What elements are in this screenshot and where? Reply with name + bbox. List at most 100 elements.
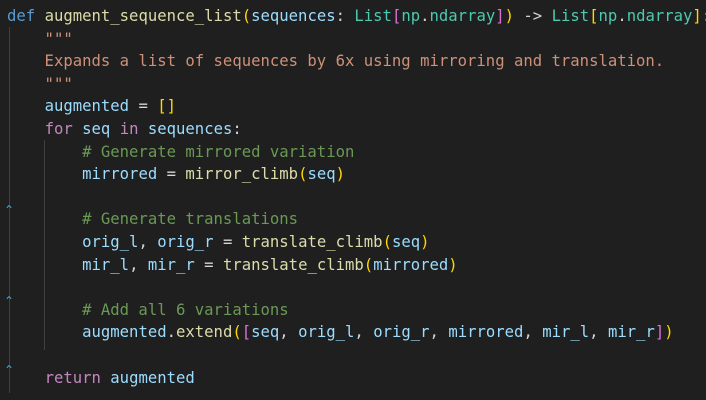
code-editor[interactable]: ⌃ ⌃ ⌃ def augment_sequence_list(sequence… (0, 0, 706, 400)
code-token: orig_r (157, 233, 214, 251)
code-token: ) (335, 165, 346, 184)
code-token: augmented (110, 368, 195, 387)
code-token: """ (7, 74, 73, 93)
code-token: : (232, 120, 242, 138)
code-token: seq (307, 165, 336, 184)
code-token: mir_r (147, 255, 195, 274)
code-token: ) (504, 7, 515, 25)
code-token: for (44, 120, 73, 138)
code-token: List (551, 7, 590, 25)
code-token: seq (82, 120, 111, 138)
code-token: mir_l (82, 255, 130, 274)
code-token: # Add all 6 variations (7, 300, 289, 319)
code-token: ] (654, 323, 665, 342)
code-token: ( (241, 7, 252, 25)
code-token: ndarray (429, 7, 496, 25)
code-token: [ (589, 7, 599, 25)
code-token: = (213, 233, 242, 251)
code-line[interactable]: orig_l, orig_r = translate_climb(seq) (7, 231, 430, 254)
code-token: . (617, 7, 627, 25)
code-token: ( (363, 255, 374, 274)
code-token: translate_climb (222, 255, 364, 274)
code-token: Expands a list of sequences by 6x using … (7, 52, 665, 71)
code-token: -> (514, 7, 552, 25)
code-token: = (194, 255, 223, 274)
code-line[interactable]: # Generate translations (7, 208, 298, 231)
code-line[interactable]: Expands a list of sequences by 6x using … (7, 50, 665, 73)
code-token: , (279, 323, 299, 342)
code-token: orig_r (373, 323, 430, 342)
code-token: mir_r (607, 323, 655, 342)
code-token: , (138, 233, 158, 251)
code-token: , (589, 323, 608, 342)
code-token: ) (448, 255, 458, 274)
code-token: np (598, 7, 618, 25)
code-token: augmented (44, 97, 130, 116)
code-line[interactable]: """ (7, 73, 73, 96)
code-token: mir_l (542, 323, 590, 342)
code-token: ] (495, 7, 505, 25)
code-token: List (354, 7, 392, 25)
code-token: mirrored (82, 165, 158, 184)
code-line[interactable]: mirrored = mirror_climb(seq) (7, 163, 345, 186)
code-line[interactable]: augmented.extend([seq, orig_l, orig_r, m… (7, 321, 674, 344)
code-token: ) (420, 233, 430, 251)
code-token: np (401, 7, 421, 25)
code-token: mirrored (373, 255, 449, 274)
code-token: sequences (147, 120, 233, 138)
code-token: ] (692, 7, 702, 25)
code-token: # Generate mirrored variation (7, 142, 355, 161)
code-token: translate_climb (241, 233, 383, 251)
code-token: : (335, 7, 355, 25)
code-token: mirror_climb (185, 165, 299, 184)
code-token: ( (382, 233, 392, 251)
code-token: orig_l (298, 323, 355, 342)
code-token: [] (157, 97, 177, 116)
code-token: mirrored (448, 323, 524, 342)
code-token: return (44, 368, 101, 387)
code-token: augmented (82, 323, 167, 342)
code-token: augment_sequence_list (44, 7, 242, 25)
code-token: ( (232, 323, 242, 342)
code-line[interactable]: # Generate mirrored variation (7, 141, 354, 164)
code-line[interactable]: augmented = [] (7, 95, 176, 118)
code-token: ) (664, 323, 674, 342)
code-token: in (119, 120, 139, 138)
code-token: seq (251, 323, 280, 342)
code-token: ndarray (626, 7, 693, 25)
code-token: [ (241, 323, 252, 342)
code-token: : (702, 7, 706, 25)
code-token: # Generate translations (7, 210, 299, 229)
code-line[interactable]: for seq in sequences: (7, 118, 242, 141)
code-token: = (157, 165, 186, 184)
code-token: , (523, 323, 543, 342)
code-token: = (129, 97, 158, 116)
code-token: [ (391, 7, 402, 25)
code-line[interactable]: # Add all 6 variations (7, 299, 289, 322)
code-token: , (429, 323, 449, 342)
code-token: """ (7, 29, 73, 48)
code-token: , (129, 255, 148, 274)
code-line[interactable]: def augment_sequence_list(sequences: Lis… (7, 5, 706, 28)
code-line[interactable]: """ (7, 28, 73, 51)
code-token: orig_l (82, 233, 139, 251)
code-token: . (166, 323, 176, 342)
code-token: sequences (251, 7, 336, 25)
code-token: def (7, 7, 36, 25)
code-token: extend (176, 323, 233, 342)
code-line[interactable]: mir_l, mir_r = translate_climb(mirrored) (7, 254, 458, 277)
code-line[interactable]: return augmented (7, 367, 195, 390)
code-token: . (420, 7, 430, 25)
